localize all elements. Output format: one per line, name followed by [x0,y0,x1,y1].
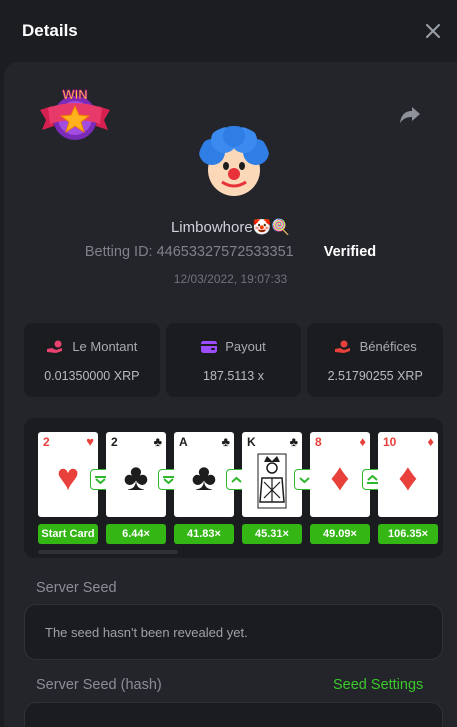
modal-title: Details [22,21,78,40]
card-multiplier-pill: 45.31× [242,524,302,544]
card-multiplier-pill: 41.83× [174,524,234,544]
coins-hand-icon [47,340,63,353]
bet-datetime: 12/03/2022, 19:07:33 [173,272,288,286]
stat-profit-value: 2.51790255 XRP [327,369,423,383]
server-seed-label: Server Seed [36,580,117,596]
wallet-icon [201,340,218,353]
playing-card: 8 ♦ ♦ [310,432,370,517]
king-face-icon [257,453,287,509]
share-icon[interactable] [398,102,422,126]
coins-hand-icon [334,340,350,353]
close-button[interactable] [421,19,445,43]
seed-settings-link[interactable]: Seed Settings [333,677,423,693]
card-multiplier-pill: 106.35× [378,524,438,544]
stat-payout-label: Payout [225,339,266,354]
stat-payout: Payout 187.5113 x [165,323,302,397]
server-seed-hash-field[interactable] [24,702,443,727]
server-seed-value: The seed hasn't been revealed yet. [45,624,248,640]
details-body: WIN Limbowhore� [4,62,457,727]
modal-header: Details [0,0,457,62]
card-multiplier-pill: 49.09× [310,524,370,544]
betting-id-value: 44653327572533351 [156,244,294,260]
chevron-up-double-icon [367,475,378,484]
card-rank: 10 [383,435,397,449]
chevron-down-icon [163,475,174,484]
clubs-icon: ♣ [221,434,230,449]
clubs-icon: ♣ [191,457,217,499]
clubs-icon: ♣ [289,434,298,449]
server-seed-field[interactable]: The seed hasn't been revealed yet. [24,604,443,660]
clubs-icon: ♣ [153,434,162,449]
playing-card: A ♣ ♣ [174,432,234,517]
diamonds-icon: ♦ [359,434,366,449]
stats-row: Le Montant 0.01350000 XRP Payout 187.511… [24,323,444,397]
diamonds-icon: ♦ [330,457,350,499]
card-rank: A [179,435,188,449]
win-badge-icon: WIN [38,86,112,146]
card-rank: 2 [111,435,118,449]
card-rank: 2 [43,435,50,449]
chevron-up-icon [231,476,242,483]
verified-label: Verified [323,244,377,260]
server-seed-hash-label: Server Seed (hash) [36,677,162,693]
stat-profit: Bénéfices 2.51790255 XRP [307,323,444,397]
details-modal: Details WIN Limbowhore🤡🍭 Betting ID: 446… [0,0,457,727]
betting-id-label: Betting ID: [84,244,153,260]
card-rank: 8 [315,435,322,449]
stat-payout-value: 187.5113 x [203,369,264,383]
share-button[interactable] [398,102,422,126]
diamonds-icon: ♦ [398,457,418,499]
playing-card: 2 ♥ ♥ [38,432,98,517]
cards-history-panel[interactable]: 2 ♥ ♥ Start Card 2 ♣ ♣ 6.44× A ♣ ♣ 41.83… [24,418,443,558]
stat-amount-label: Le Montant [72,339,138,354]
card-rank: K [247,435,256,449]
playing-card: K ♣ [242,432,302,517]
card-multiplier-pill: 6.44× [106,524,166,544]
clubs-icon: ♣ [123,457,149,499]
win-badge-text: WIN [62,87,87,102]
stat-profit-label: Bénéfices [359,339,417,354]
chevron-down-icon [95,475,106,484]
stat-amount: Le Montant 0.01350000 XRP [24,323,160,397]
stat-amount-value: 0.01350000 XRP [44,369,140,383]
betting-id-row: Betting ID: 44653327572533351 Verified [4,244,457,260]
close-icon[interactable] [426,24,440,38]
username: Limbowhore🤡🍭 [170,219,291,236]
cards-scrollbar[interactable] [38,550,178,554]
card-multiplier-pill: Start Card [38,524,98,544]
diamonds-icon: ♦ [427,434,434,449]
playing-card: 2 ♣ ♣ [106,432,166,517]
avatar [198,126,270,198]
chevron-down-icon [299,476,310,483]
playing-card: 10 ♦ ♦ [378,432,438,517]
hearts-icon: ♥ [56,457,80,499]
hearts-icon: ♥ [86,434,94,449]
